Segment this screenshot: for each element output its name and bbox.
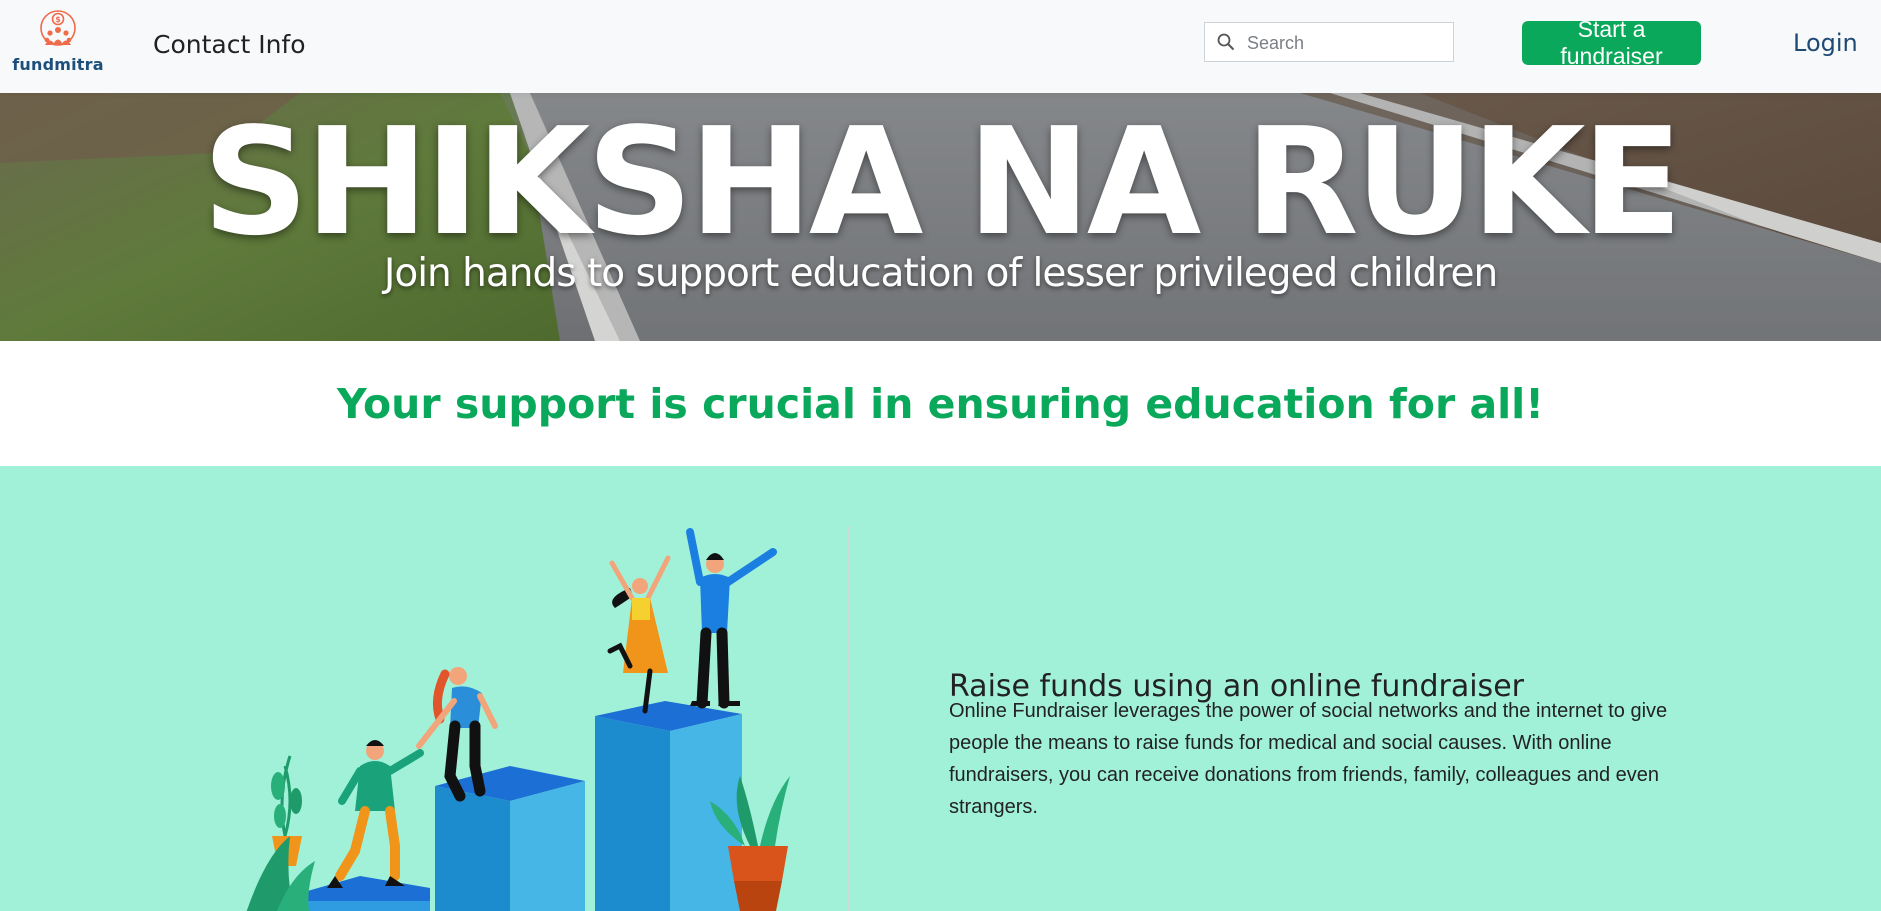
banner-subtitle: Join hands to support education of lesse… xyxy=(383,251,1498,296)
login-link[interactable]: Login xyxy=(1793,29,1858,57)
start-fundraiser-button[interactable]: Start a fundraiser xyxy=(1522,16,1701,69)
feature-section: Raise funds using an online fundraiser O… xyxy=(0,466,1881,911)
section-divider xyxy=(848,526,849,911)
site-header: $ fundmitra Contact Info Start a fundrai… xyxy=(0,0,1881,93)
search-box[interactable] xyxy=(1204,22,1454,62)
search-icon xyxy=(1217,33,1235,51)
hero-banner: SHIKSHA NA RUKE Join hands to support ed… xyxy=(0,93,1881,341)
tagline-heading: Your support is crucial in ensuring educ… xyxy=(337,380,1544,428)
svg-text:$: $ xyxy=(55,15,61,24)
nav-contact-info[interactable]: Contact Info xyxy=(153,30,306,59)
people-climbing-illustration xyxy=(246,528,790,911)
search-input[interactable] xyxy=(1245,29,1449,57)
fundmitra-logo[interactable]: $ fundmitra xyxy=(12,9,104,77)
logo-text: fundmitra xyxy=(12,55,104,74)
feature-description: Online Fundraiser leverages the power of… xyxy=(949,700,1668,818)
banner-title: SHIKSHA NA RUKE xyxy=(202,96,1683,268)
fundmitra-logo-icon: $ xyxy=(40,10,76,46)
